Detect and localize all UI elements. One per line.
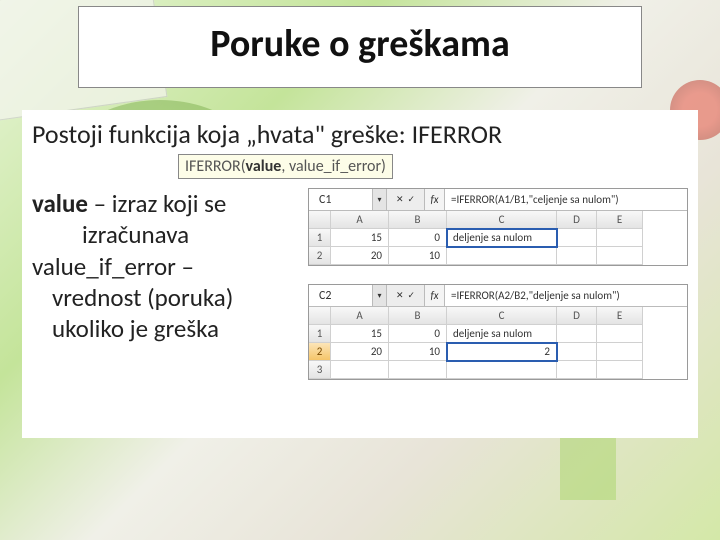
formula-input-2[interactable]: =IFERROR(A2/B2,"deljenje sa nulom") [445,285,687,306]
select-all-corner[interactable] [309,307,331,325]
syntax-tooltip: IFERROR(value, value_if_error) [178,154,393,179]
cell[interactable]: 20 [331,247,389,265]
vie-desc-line2: vrednost (poruka) [32,282,302,313]
cell[interactable] [557,325,597,343]
col-header[interactable]: E [597,211,643,229]
cell[interactable] [447,361,557,379]
formula-bar-2: C2 ▾ ✕ ✓ fx =IFERROR(A2/B2,"deljenje sa … [309,285,687,307]
formula-bar-1: C1 ▾ ✕ ✓ fx =IFERROR(A1/B1,"celjenje sa … [309,189,687,211]
slide-content: Postoji funkcija koja „hvata" greške: IF… [22,110,698,438]
formula-buttons-1: ✕ ✓ [387,189,425,210]
cell[interactable]: 10 [389,247,447,265]
row-header-selected[interactable]: 2 [309,343,331,361]
value-desc-line2: izračunava [32,219,302,250]
formula-buttons-2: ✕ ✓ [387,285,425,306]
row-header[interactable]: 3 [309,361,331,379]
col-header[interactable]: B [389,307,447,325]
cell[interactable]: 15 [331,325,389,343]
accept-icon[interactable]: ✓ [408,194,416,205]
vie-desc-line1: value_if_error – [32,251,302,282]
cell[interactable] [447,247,557,265]
cell-selected[interactable]: 2 [447,343,557,361]
row-header[interactable]: 1 [309,325,331,343]
col-header[interactable]: A [331,307,389,325]
slide-title-box: Poruke o greškama [78,6,642,88]
cell[interactable] [331,361,389,379]
col-header[interactable]: E [597,307,643,325]
row-header[interactable]: 1 [309,229,331,247]
parameter-descriptions: value – izraz koji se izračunava value_i… [32,188,302,398]
cancel-icon[interactable]: ✕ [396,194,404,205]
cell[interactable]: 20 [331,343,389,361]
cell[interactable]: 0 [389,325,447,343]
cell[interactable]: deljenje sa nulom [447,325,557,343]
fx-icon[interactable]: fx [425,285,445,306]
name-box-2[interactable]: C2 [309,285,373,306]
cell[interactable] [597,247,643,265]
value-desc-line1: value – izraz koji se [32,188,302,219]
intro-text: Postoji funkcija koja „hvata" greške: IF… [32,118,688,150]
namebox-dropdown-icon[interactable]: ▾ [373,285,387,306]
sheet-grid-2[interactable]: A B C D E 1 15 0 deljenje sa nulom 2 20 … [309,307,687,379]
fx-icon[interactable]: fx [425,189,445,210]
cell[interactable] [597,361,643,379]
cell-selected[interactable]: deljenje sa nulom [447,229,557,247]
cell[interactable] [597,343,643,361]
syntax-prefix: IFERROR( [185,157,246,176]
syntax-arg1: value [246,157,282,176]
sheet-grid-1[interactable]: A B C D E 1 15 0 deljenje sa nulom 2 20 … [309,211,687,265]
namebox-dropdown-icon[interactable]: ▾ [373,189,387,210]
cell[interactable] [597,229,643,247]
cell[interactable]: 10 [389,343,447,361]
col-header[interactable]: B [389,211,447,229]
col-header[interactable]: C [447,307,557,325]
col-header[interactable]: A [331,211,389,229]
formula-input-1[interactable]: =IFERROR(A1/B1,"celjenje sa nulom") [445,189,687,210]
excel-screenshot-2: C2 ▾ ✕ ✓ fx =IFERROR(A2/B2,"deljenje sa … [308,284,688,380]
excel-screenshot-1: C1 ▾ ✕ ✓ fx =IFERROR(A1/B1,"celjenje sa … [308,188,688,266]
cell[interactable] [557,229,597,247]
slide-title: Poruke o greškama [79,21,641,67]
vie-desc-line3: ukoliko je greška [32,313,302,344]
middle-row: value – izraz koji se izračunava value_i… [32,188,688,398]
select-all-corner[interactable] [309,211,331,229]
cancel-icon[interactable]: ✕ [396,290,404,301]
cell[interactable] [597,325,643,343]
excel-screenshots: C1 ▾ ✕ ✓ fx =IFERROR(A1/B1,"celjenje sa … [302,188,688,398]
cell[interactable]: 15 [331,229,389,247]
cell[interactable] [557,247,597,265]
cell[interactable] [389,361,447,379]
row-header[interactable]: 2 [309,247,331,265]
cell[interactable]: 0 [389,229,447,247]
col-header[interactable]: D [557,211,597,229]
cell[interactable] [557,343,597,361]
col-header[interactable]: C [447,211,557,229]
col-header[interactable]: D [557,307,597,325]
name-box-1[interactable]: C1 [309,189,373,210]
value-rest: – izraz koji se [88,188,226,219]
syntax-rest: , value_if_error) [281,157,386,176]
accept-icon[interactable]: ✓ [408,290,416,301]
value-label: value [32,188,88,219]
cell[interactable] [557,361,597,379]
